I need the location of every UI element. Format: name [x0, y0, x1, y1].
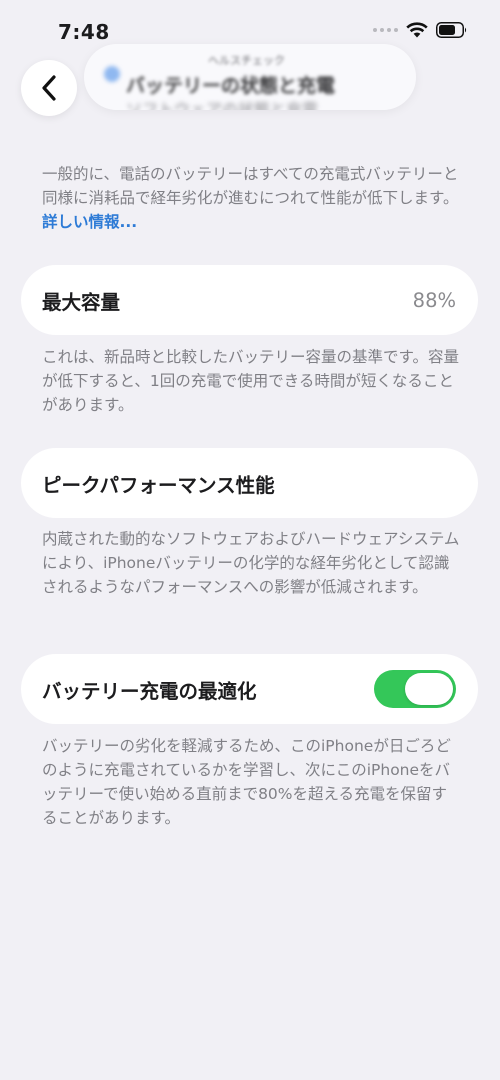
max-capacity-description: これは、新品時と比較したバッテリー容量の基準です。容量が低下すると、1回の充電で… [42, 348, 459, 414]
max-capacity-card: 最大容量 88% [21, 265, 478, 335]
intro-text: 一般的に、電話のバッテリーはすべての充電式バッテリーと同様に消耗品で経年劣化が進… [42, 165, 459, 231]
peak-performance-label: ピークパフォーマンス性能 [42, 473, 275, 497]
toggle-knob [405, 673, 453, 705]
max-capacity-value: 88% [412, 288, 456, 312]
peak-performance-description: 内蔵された動的なソフトウェアおよびハードウェアシステムにより、iPhoneバッテ… [42, 530, 460, 596]
peak-performance-card: ピークパフォーマンス性能 [21, 448, 478, 518]
optimized-charging-card: バッテリー充電の最適化 [21, 654, 478, 724]
learn-more-link[interactable]: 詳しい情報... [42, 213, 137, 231]
status-icons [373, 22, 468, 38]
optimized-charging-description: バッテリーの劣化を軽減するため、このiPhoneが日ごろどのように充電されている… [42, 737, 451, 827]
blurred-dot [104, 66, 120, 82]
scrolled-content-ghost: ソフトウェアの状態と充電 [126, 100, 319, 110]
nav-subtitle: ヘルスチェック [208, 54, 285, 67]
battery-health-screen: 7:48 ヘルスチェック バッテリーの状態と充電 ソフトウェアの状態と充電 一般… [0, 0, 500, 1080]
nav-title: バッテリーの状態と充電 [126, 75, 336, 97]
optimized-charging-toggle[interactable] [374, 670, 456, 708]
max-capacity-label: 最大容量 [42, 290, 121, 314]
chevron-left-icon [42, 75, 56, 101]
wifi-icon [406, 22, 428, 38]
optimized-charging-label: バッテリー充電の最適化 [42, 679, 257, 703]
back-button[interactable] [21, 60, 77, 116]
battery-icon [436, 22, 467, 38]
nav-title-pill: ヘルスチェック バッテリーの状態と充電 ソフトウェアの状態と充電 [84, 44, 416, 110]
status-time: 7:48 [58, 20, 110, 44]
signal-dots-icon [373, 28, 398, 32]
